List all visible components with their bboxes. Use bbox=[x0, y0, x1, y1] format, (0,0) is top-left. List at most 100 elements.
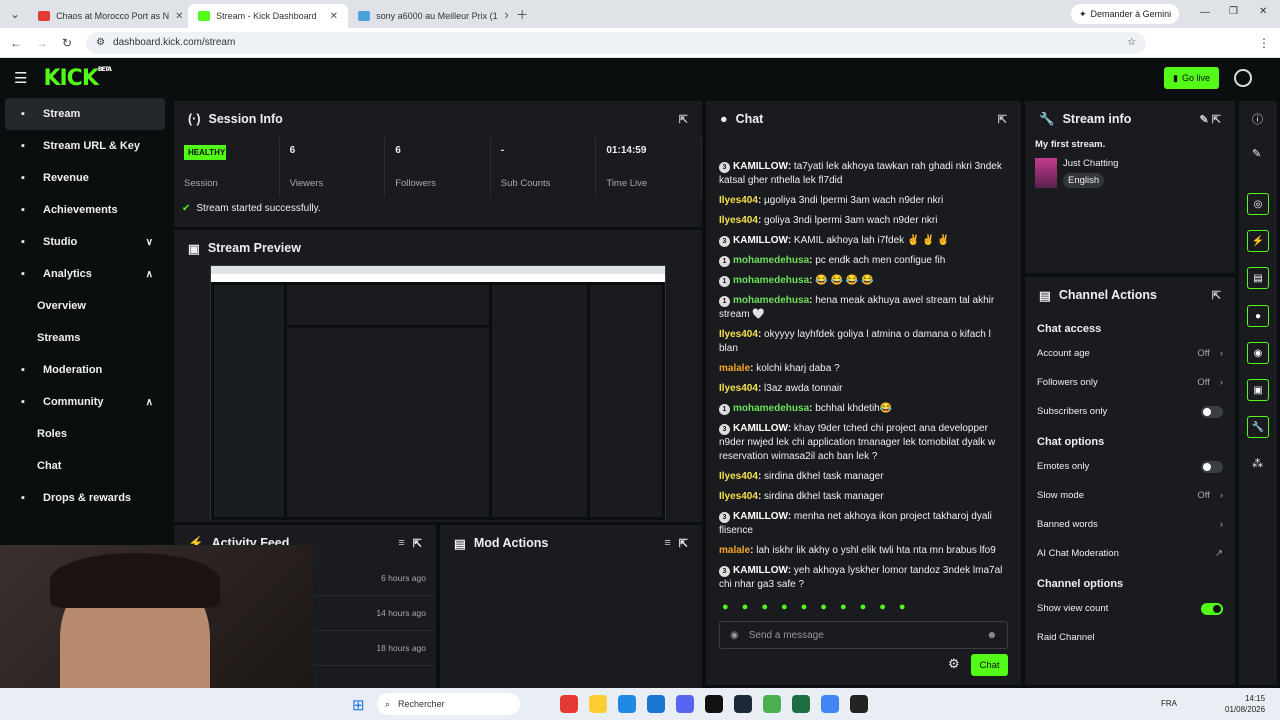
chat-username[interactable]: mohamedehusa bbox=[733, 295, 809, 306]
back-icon[interactable]: ← bbox=[10, 36, 22, 50]
taskbar-app-icon[interactable] bbox=[589, 695, 607, 713]
close-tab-icon[interactable]: ✕ bbox=[175, 11, 183, 22]
url-bar[interactable]: ⚙ dashboard.kick.com/stream ☆ bbox=[86, 31, 1147, 54]
taskbar-app-icon[interactable] bbox=[560, 695, 578, 713]
sidebar-item-stream-url-key[interactable]: ▪ Stream URL & Key bbox=[5, 130, 165, 162]
sidebar-item-roles[interactable]: Roles bbox=[5, 418, 165, 450]
forward-icon[interactable]: → bbox=[36, 36, 48, 50]
chat-message[interactable]: Ilyes404: sirdina dkhel task manager bbox=[706, 467, 1021, 487]
filter-icon[interactable]: ≡ bbox=[664, 537, 670, 549]
chat-settings-icon[interactable]: ⚙ bbox=[948, 656, 960, 672]
windows-start-icon[interactable]: ⊞ bbox=[352, 696, 365, 714]
rail-document-icon[interactable]: ▤ bbox=[1247, 267, 1269, 289]
chat-username[interactable]: KAMILLOW bbox=[733, 423, 788, 434]
avatar[interactable] bbox=[1234, 69, 1252, 87]
chat-username[interactable]: KAMILLOW bbox=[733, 235, 788, 246]
emote-icon[interactable]: ● bbox=[840, 601, 847, 613]
rail-wrench-icon[interactable]: 🔧 bbox=[1247, 416, 1269, 438]
chat-input[interactable]: ◉ Send a message ☻ bbox=[719, 621, 1008, 649]
rail-target-icon[interactable]: ◎ bbox=[1247, 193, 1269, 215]
taskbar-app-icon[interactable] bbox=[792, 695, 810, 713]
close-tab-icon[interactable]: ✕ bbox=[330, 11, 338, 22]
raid-channel-row[interactable]: Raid Channel bbox=[1025, 623, 1235, 652]
emote-icon[interactable]: ● bbox=[860, 601, 867, 613]
reload-icon[interactable]: ↻ bbox=[62, 36, 72, 50]
emote-icon[interactable]: ● bbox=[801, 601, 808, 613]
chat-username[interactable]: malale bbox=[719, 363, 750, 374]
chat-username[interactable]: KAMILLOW bbox=[733, 565, 788, 576]
account-age-row[interactable]: Account age Off › bbox=[1025, 339, 1235, 368]
taskbar-app-icon[interactable] bbox=[705, 695, 723, 713]
info-icon[interactable]: ⓘ bbox=[1252, 111, 1263, 127]
chat-message[interactable]: 3 KAMILLOW: KAMIL akhoya lah i7fdek ✌ ✌ ✌ bbox=[706, 231, 1021, 251]
banned-words-row[interactable]: Banned words › bbox=[1025, 510, 1235, 539]
ai-moderation-row[interactable]: AI Chat Moderation ↗ bbox=[1025, 539, 1235, 568]
sidebar-item-streams[interactable]: Streams bbox=[5, 322, 165, 354]
chat-message[interactable]: Ilyes404: sirdina dkhel task manager bbox=[706, 487, 1021, 507]
rail-settings-icon[interactable]: ⁂ bbox=[1252, 457, 1263, 470]
chat-message[interactable]: Ilyes404: okyyyy layhfdek goliya l atmin… bbox=[706, 325, 1021, 359]
site-info-icon[interactable]: ⚙ bbox=[96, 37, 105, 48]
chat-message[interactable]: 3 KAMILLOW: menha net akhoya ikon project… bbox=[706, 507, 1021, 541]
bookmark-star-icon[interactable]: ☆ bbox=[1127, 37, 1136, 48]
taskbar-app-icon[interactable] bbox=[647, 695, 665, 713]
chat-message[interactable]: 1 mohamedehusa: bchhal khdetih😂 bbox=[706, 399, 1021, 419]
taskbar-app-icon[interactable] bbox=[618, 695, 636, 713]
popout-icon[interactable]: ⇱ bbox=[679, 537, 688, 550]
emote-icon[interactable]: ● bbox=[761, 601, 768, 613]
chat-message[interactable]: Ilyes404: µgoliya 3ndi lpermi 3am wach n… bbox=[706, 191, 1021, 211]
chat-message[interactable]: 1 mohamedehusa: pc endk ach men configue … bbox=[706, 251, 1021, 271]
emoji-icon[interactable]: ◉ bbox=[730, 630, 739, 641]
sidebar-item-analytics[interactable]: ▪ Analytics ∧ bbox=[5, 258, 165, 290]
emote-icon[interactable]: ● bbox=[879, 601, 886, 613]
followers-only-row[interactable]: Followers only Off › bbox=[1025, 368, 1235, 397]
taskbar-app-icon[interactable] bbox=[850, 695, 868, 713]
clock[interactable]: 14:15 01/08/2026 bbox=[1225, 693, 1265, 715]
taskbar-app-icon[interactable] bbox=[763, 695, 781, 713]
new-tab-icon[interactable]: ＋ bbox=[516, 6, 528, 23]
chat-username[interactable]: mohamedehusa bbox=[733, 255, 809, 266]
minimize-icon[interactable]: — bbox=[1200, 7, 1210, 18]
taskbar-app-icon[interactable] bbox=[676, 695, 694, 713]
emotes-only-toggle[interactable] bbox=[1201, 460, 1223, 473]
popout-icon[interactable]: ⇱ bbox=[679, 113, 688, 126]
subscribers-only-toggle[interactable] bbox=[1201, 405, 1223, 418]
rail-bolt-icon[interactable]: ⚡ bbox=[1247, 230, 1269, 252]
edit-icon[interactable]: ✎ ⇱ bbox=[1200, 113, 1222, 126]
browser-tab[interactable]: sony a6000 au Meilleur Prix (1 ✕ bbox=[348, 4, 508, 28]
go-live-button[interactable]: ▮ Go live bbox=[1164, 67, 1219, 89]
close-tab-icon[interactable]: ✕ bbox=[504, 11, 508, 22]
popout-icon[interactable]: ⇱ bbox=[413, 537, 422, 550]
sidebar-item-achievements[interactable]: ▪ Achievements bbox=[5, 194, 165, 226]
emote-icon[interactable]: ● bbox=[820, 601, 827, 613]
chat-message[interactable]: 1 mohamedehusa: 😂 😂 😂 😂 bbox=[706, 271, 1021, 291]
chat-username[interactable]: Ilyes404 bbox=[719, 195, 758, 206]
chat-message[interactable]: 3 KAMILLOW: yeh akhoya lyskher lomor tand… bbox=[706, 561, 1021, 595]
pencil-icon[interactable]: ✎ bbox=[1252, 147, 1261, 160]
chat-message[interactable]: Ilyes404: l3az awda tonnair bbox=[706, 379, 1021, 399]
chat-message[interactable]: 3 KAMILLOW: khay t9der tched chi project … bbox=[706, 419, 1021, 467]
taskbar-app-icon[interactable] bbox=[734, 695, 752, 713]
slow-mode-row[interactable]: Slow mode Off › bbox=[1025, 481, 1235, 510]
close-window-icon[interactable]: ✕ bbox=[1259, 6, 1267, 17]
maximize-icon[interactable]: ❐ bbox=[1229, 6, 1238, 17]
browser-tab[interactable]: Stream - Kick Dashboard ✕ bbox=[188, 4, 349, 28]
emote-icon[interactable]: ● bbox=[722, 601, 729, 613]
sidebar-item-community[interactable]: ▪ Community ∧ bbox=[5, 386, 165, 418]
chat-username[interactable]: Ilyes404 bbox=[719, 383, 758, 394]
tab-search-icon[interactable]: ⌄ bbox=[10, 7, 20, 21]
kick-logo[interactable]: KICKBETA bbox=[43, 66, 111, 91]
sidebar-item-drops-rewards[interactable]: ▪ Drops & rewards bbox=[5, 482, 165, 514]
chat-username[interactable]: Ilyes404 bbox=[719, 471, 758, 482]
emote-icon[interactable]: ● bbox=[899, 601, 906, 613]
chat-username[interactable]: Ilyes404 bbox=[719, 491, 758, 502]
language-indicator[interactable]: FRA bbox=[1161, 699, 1177, 708]
chat-username[interactable]: KAMILLOW bbox=[733, 511, 788, 522]
sidebar-item-moderation[interactable]: ▪ Moderation bbox=[5, 354, 165, 386]
browser-tab[interactable]: Chaos at Morocco Port as N ✕ bbox=[28, 4, 188, 28]
popout-icon[interactable]: ⇱ bbox=[1212, 289, 1221, 302]
popout-icon[interactable]: ⇱ bbox=[998, 113, 1007, 126]
emote-icon[interactable]: ● bbox=[742, 601, 749, 613]
sidebar-item-revenue[interactable]: ▪ Revenue bbox=[5, 162, 165, 194]
chat-message[interactable]: 3 KAMILLOW: ta7yati lek akhoya tawkan rah… bbox=[706, 157, 1021, 191]
